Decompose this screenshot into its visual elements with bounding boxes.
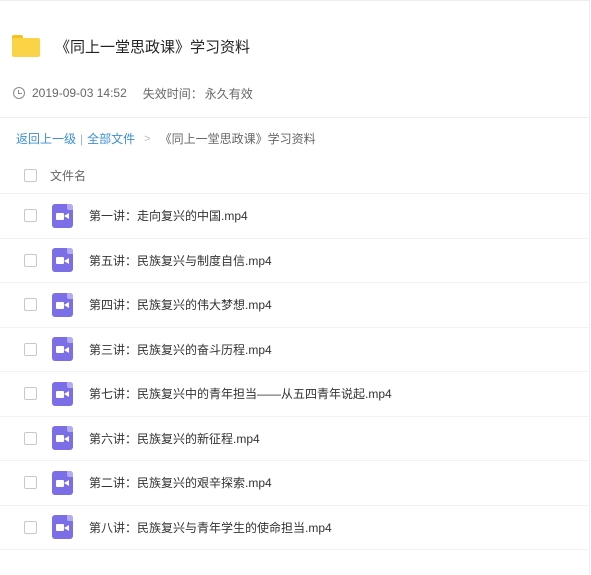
file-checkbox[interactable] — [24, 298, 37, 312]
breadcrumb-current: 《同上一堂思政课》学习资料 — [159, 132, 316, 146]
clock-icon — [13, 87, 25, 99]
breadcrumb: 返回上一级 | 全部文件 > 《同上一堂思政课》学习资料 — [16, 130, 316, 147]
file-checkbox[interactable] — [24, 387, 37, 401]
file-row[interactable]: 第三讲：民族复兴的奋斗历程.mp4 — [0, 328, 590, 372]
expire-label: 失效时间： — [142, 86, 203, 101]
folder-title: 《同上一堂思政课》学习资料 — [55, 38, 251, 56]
file-name[interactable]: 第四讲：民族复兴的伟大梦想.mp4 — [89, 296, 272, 313]
file-row[interactable]: 第六讲：民族复兴的新征程.mp4 — [0, 417, 590, 461]
file-row[interactable]: 第二讲：民族复兴的艰辛探索.mp4 — [0, 461, 590, 506]
all-files-link[interactable]: 全部文件 — [87, 130, 135, 147]
file-checkbox[interactable] — [24, 253, 37, 267]
video-file-icon — [52, 337, 73, 362]
column-header-filename: 文件名 — [50, 168, 87, 183]
file-row[interactable]: 第五讲：民族复兴与制度自信.mp4 — [0, 239, 590, 283]
file-name[interactable]: 第五讲：民族复兴与制度自信.mp4 — [89, 252, 272, 269]
breadcrumb-arrow-icon: > — [144, 132, 151, 145]
file-list: 文件名 第一讲：走向复兴的中国.mp4 第五讲：民族复兴与制度自信.mp4 第四… — [0, 157, 590, 550]
folder-header: 《同上一堂思政课》学习资料 — [12, 30, 250, 62]
file-name[interactable]: 第七讲：民族复兴中的青年担当——从五四青年说起.mp4 — [89, 385, 392, 402]
file-row[interactable]: 第八讲：民族复兴与青年学生的使命担当.mp4 — [0, 506, 590, 550]
video-file-icon — [52, 426, 73, 451]
video-file-icon — [52, 470, 73, 495]
file-name[interactable]: 第一讲：走向复兴的中国.mp4 — [89, 207, 248, 224]
video-file-icon — [52, 381, 73, 406]
share-meta: 2019-09-03 14:52 失效时间： 永久有效 — [13, 84, 253, 102]
file-row[interactable]: 第一讲：走向复兴的中国.mp4 — [0, 194, 590, 239]
divider — [0, 117, 590, 118]
file-checkbox[interactable] — [24, 431, 37, 445]
share-date: 2019-09-03 14:52 — [32, 86, 127, 100]
file-checkbox[interactable] — [24, 342, 37, 356]
file-checkbox[interactable] — [24, 209, 37, 223]
video-file-icon — [52, 248, 73, 273]
video-file-icon — [52, 292, 73, 317]
file-checkbox[interactable] — [24, 476, 37, 490]
file-name[interactable]: 第六讲：民族复兴的新征程.mp4 — [89, 430, 260, 447]
file-name[interactable]: 第八讲：民族复兴与青年学生的使命担当.mp4 — [89, 519, 332, 536]
file-checkbox[interactable] — [24, 520, 37, 534]
back-link[interactable]: 返回上一级 — [16, 130, 76, 147]
file-row[interactable]: 第七讲：民族复兴中的青年担当——从五四青年说起.mp4 — [0, 372, 590, 417]
file-list-header: 文件名 — [0, 157, 590, 194]
select-all-checkbox[interactable] — [24, 168, 37, 182]
video-file-icon — [52, 515, 73, 540]
expire-value: 永久有效 — [204, 86, 253, 101]
folder-icon — [12, 35, 40, 57]
file-name[interactable]: 第三讲：民族复兴的奋斗历程.mp4 — [89, 341, 272, 358]
file-row[interactable]: 第四讲：民族复兴的伟大梦想.mp4 — [0, 283, 590, 328]
breadcrumb-separator: | — [80, 131, 84, 146]
video-file-icon — [52, 203, 73, 228]
file-name[interactable]: 第二讲：民族复兴的艰辛探索.mp4 — [89, 474, 272, 491]
